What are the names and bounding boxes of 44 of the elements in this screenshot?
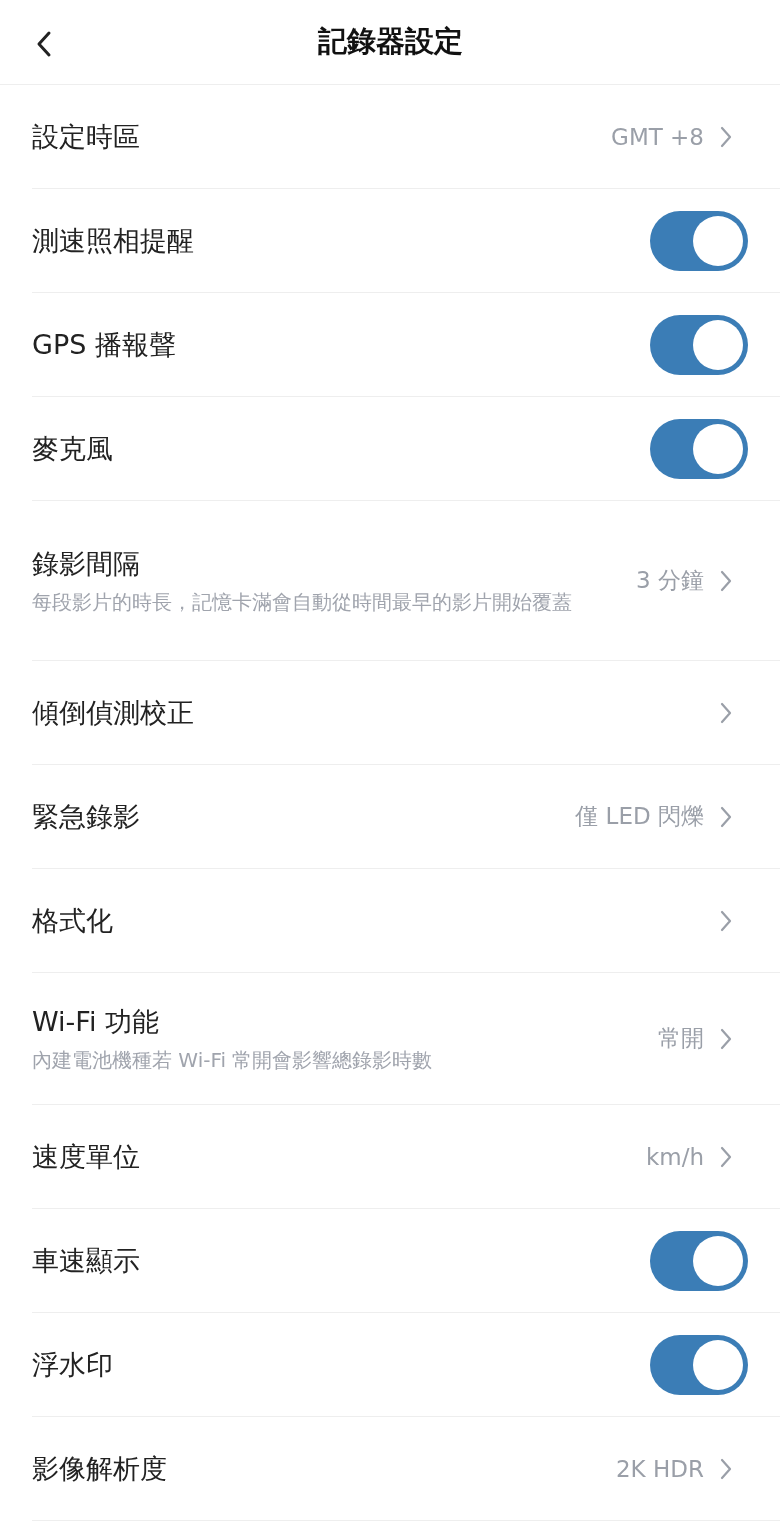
setting-value: 3 分鐘 <box>636 566 704 595</box>
chevron-right-icon <box>720 569 732 592</box>
setting-label: 設定時區 <box>32 119 141 154</box>
page-title: 記錄器設定 <box>317 23 463 60</box>
setting-label: 錄影間隔 <box>32 546 141 581</box>
setting-value: 常開 <box>658 1024 704 1053</box>
setting-label: Wi-Fi 功能 <box>32 1004 160 1039</box>
setting-label: 速度單位 <box>32 1139 141 1174</box>
setting-label: 車速顯示 <box>32 1243 141 1278</box>
settings-row[interactable]: 設定時區 GMT +8 <box>32 85 780 189</box>
settings-row[interactable]: 浮水印 <box>32 1313 780 1417</box>
setting-label: 影像解析度 <box>32 1451 168 1486</box>
setting-label: 格式化 <box>32 903 114 938</box>
chevron-right-icon <box>720 805 732 828</box>
settings-row[interactable]: Wi-Fi 功能 內建電池機種若 Wi-Fi 常開會影響總錄影時數 常開 <box>32 973 780 1105</box>
setting-label: 測速照相提醒 <box>32 223 195 258</box>
settings-row[interactable]: 緊急錄影 僅 LED 閃爍 <box>32 765 780 869</box>
settings-row[interactable]: 傾倒偵測校正 <box>32 661 780 765</box>
setting-label: 麥克風 <box>32 431 114 466</box>
chevron-right-icon <box>720 701 732 724</box>
back-icon[interactable] <box>36 30 52 58</box>
chevron-right-icon <box>720 1027 732 1050</box>
setting-value: GMT +8 <box>611 123 704 150</box>
settings-row[interactable]: 錄影間隔 每段影片的時長，記憶卡滿會自動從時間最早的影片開始覆蓋 3 分鐘 <box>32 501 780 661</box>
setting-label: 緊急錄影 <box>32 799 141 834</box>
chevron-right-icon <box>720 1145 732 1168</box>
settings-row[interactable]: GPS 播報聲 <box>32 293 780 397</box>
settings-row[interactable]: 測速照相提醒 <box>32 189 780 293</box>
chevron-right-icon <box>720 909 732 932</box>
settings-row[interactable]: 影像解析度 2K HDR <box>32 1417 780 1521</box>
setting-label: 傾倒偵測校正 <box>32 695 195 730</box>
setting-value: 2K HDR <box>616 1455 704 1482</box>
settings-row[interactable]: 格式化 <box>32 869 780 973</box>
settings-row[interactable]: 車速顯示 <box>32 1209 780 1313</box>
setting-description: 內建電池機種若 Wi-Fi 常開會影響總錄影時數 <box>32 1046 434 1074</box>
chevron-right-icon <box>720 1457 732 1480</box>
settings-row[interactable]: 麥克風 <box>32 397 780 501</box>
setting-description: 每段影片的時長，記憶卡滿會自動從時間最早的影片開始覆蓋 <box>32 588 573 616</box>
chevron-right-icon <box>720 125 732 148</box>
setting-label: GPS 播報聲 <box>32 327 177 362</box>
setting-value: 僅 LED 閃爍 <box>575 802 704 831</box>
setting-value: km/h <box>645 1143 704 1170</box>
setting-label: 浮水印 <box>32 1347 114 1382</box>
settings-row[interactable]: 速度單位 km/h <box>32 1105 780 1209</box>
